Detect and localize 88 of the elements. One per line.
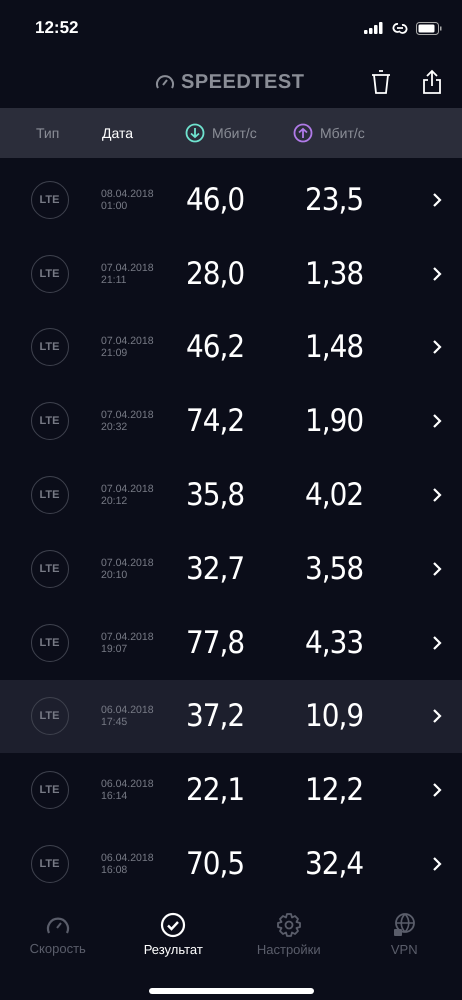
upload-speed: 12,2 [305, 772, 364, 808]
globe-lock-icon [391, 912, 418, 938]
download-speed: 37,2 [186, 698, 244, 734]
network-type-badge: LTE [30, 697, 68, 736]
result-date: 06.04.2018 [101, 778, 155, 790]
download-speed: 77,8 [186, 624, 244, 661]
chevron-icon [432, 782, 442, 798]
result-row[interactable]: LTE 06.04.2018 17:45 37,2 10,9 [0, 680, 462, 754]
result-time: 20:32 [101, 421, 128, 434]
result-time: 20:10 [101, 568, 128, 581]
network-type-badge: LTE [30, 845, 68, 884]
result-row[interactable]: LTE 06.04.2018 16:14 22,1 12,2 [0, 753, 462, 828]
upload-speed: 23,5 [305, 182, 364, 218]
download-speed: 46,0 [186, 182, 244, 218]
download-speed: 35,8 [186, 477, 244, 514]
share-icon[interactable] [422, 69, 442, 95]
status-time: 12:52 [35, 18, 78, 38]
result-row[interactable]: LTE 07.04.2018 21:11 28,0 1,38 [0, 236, 462, 311]
checkmark-icon [160, 912, 186, 938]
result-date: 07.04.2018 [101, 483, 155, 496]
signal-icon [364, 22, 384, 34]
result-row[interactable]: LTE 07.04.2018 19:07 77,8 4,33 [0, 606, 462, 680]
column-header[interactable]: Мбит/с [212, 125, 257, 141]
upload-speed: 1,90 [305, 403, 364, 440]
result-time: 21:11 [101, 274, 128, 286]
chevron-icon [432, 266, 442, 282]
column-header[interactable]: Тип [36, 125, 60, 141]
gauge-icon [155, 73, 175, 91]
download-speed: 74,2 [186, 403, 244, 440]
link-icon [392, 21, 408, 35]
result-date: 06.04.2018 [101, 852, 155, 864]
chevron-icon [432, 339, 442, 356]
settings-icon [276, 912, 302, 938]
result-row[interactable]: LTE 07.04.2018 20:32 74,2 1,90 [0, 384, 462, 458]
upload-speed: 1,38 [305, 256, 364, 292]
network-type-badge: LTE [30, 624, 68, 662]
result-date: 07.04.2018 [101, 409, 155, 422]
result-time: 01:00 [101, 200, 128, 212]
upload-speed: 32,4 [305, 846, 364, 882]
tab-item[interactable]: Результат [116, 912, 231, 958]
result-row[interactable]: LTE 07.04.2018 20:10 32,7 3,58 [0, 532, 462, 606]
result-row[interactable]: LTE 08.04.2018 01:00 46,0 23,5 [0, 163, 462, 237]
upload-speed: 4,02 [305, 477, 364, 514]
network-type-badge: LTE [30, 771, 68, 810]
chevron-icon [432, 192, 442, 208]
result-date: 08.04.2018 [101, 188, 155, 200]
chevron-icon [432, 487, 442, 504]
chevron-icon [432, 413, 442, 430]
upload-speed: 4,33 [305, 624, 364, 661]
result-time: 17:45 [101, 716, 128, 728]
chevron-icon [432, 708, 442, 724]
network-type-badge: LTE [30, 180, 68, 219]
result-time: 19:07 [101, 642, 128, 655]
chevron-icon [432, 560, 442, 577]
result-row[interactable]: LTE 06.04.2018 16:08 70,5 32,4 [0, 827, 462, 901]
download-icon [185, 123, 205, 143]
network-type-badge: LTE [30, 476, 68, 514]
column-header[interactable]: Дата [102, 125, 134, 141]
download-speed: 28,0 [186, 256, 244, 292]
result-date: 07.04.2018 [101, 335, 155, 348]
battery-icon [416, 22, 442, 34]
download-speed: 32,7 [186, 550, 244, 587]
upload-icon [293, 123, 313, 143]
result-time: 20:12 [101, 495, 128, 508]
upload-speed: 1,48 [305, 329, 364, 366]
network-type-badge: LTE [30, 328, 68, 366]
trash-icon[interactable] [370, 69, 392, 95]
chevron-icon [432, 634, 442, 651]
chevron-icon [432, 856, 442, 872]
result-date: 06.04.2018 [101, 704, 155, 716]
result-row[interactable]: LTE 07.04.2018 20:12 35,8 4,02 [0, 458, 462, 532]
result-date: 07.04.2018 [101, 630, 155, 643]
app-logo: SPEEDTEST [181, 70, 304, 94]
result-time: 16:08 [101, 864, 128, 876]
result-date: 07.04.2018 [101, 556, 155, 569]
column-header[interactable]: Мбит/с [320, 125, 365, 141]
network-type-badge: LTE [30, 254, 68, 293]
download-speed: 46,2 [186, 329, 244, 366]
result-date: 07.04.2018 [101, 262, 155, 274]
upload-speed: 10,9 [305, 698, 364, 734]
result-row[interactable]: LTE 07.04.2018 21:09 46,2 1,48 [0, 310, 462, 384]
upload-speed: 3,58 [305, 550, 364, 587]
download-speed: 70,5 [186, 846, 244, 882]
network-type-badge: LTE [30, 402, 68, 440]
result-time: 16:14 [101, 790, 128, 802]
result-time: 21:09 [101, 347, 128, 360]
network-type-badge: LTE [30, 550, 68, 588]
download-speed: 22,1 [186, 772, 244, 808]
